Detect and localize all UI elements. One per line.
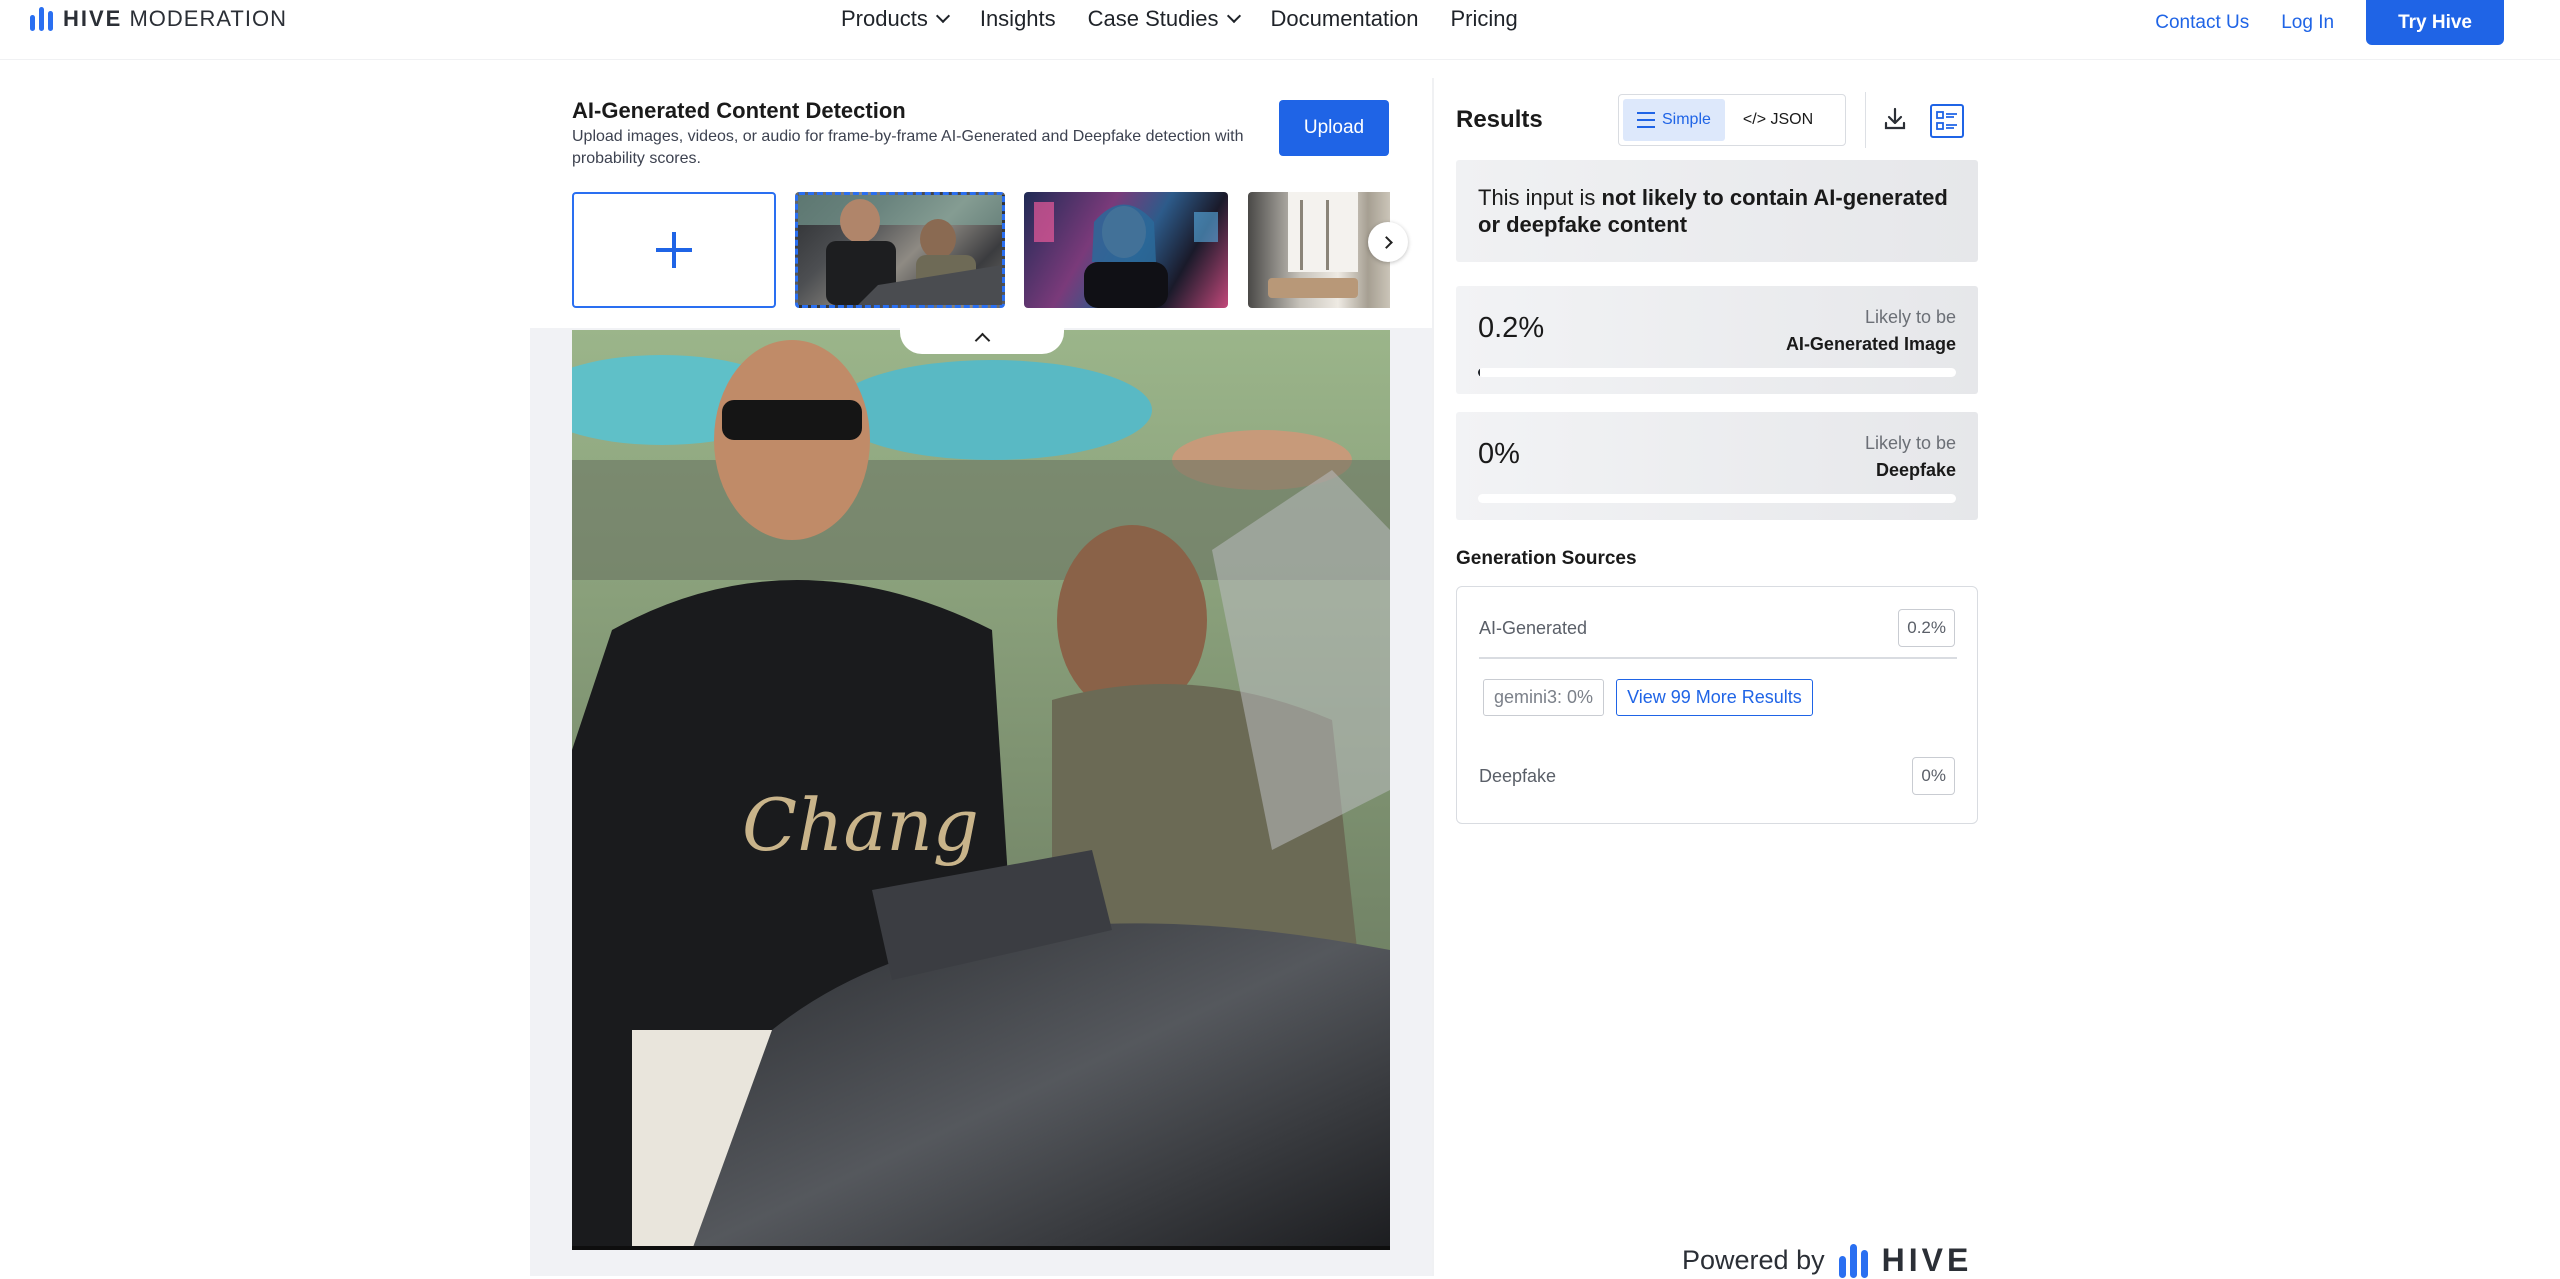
thumbnail-cyber-woman[interactable] bbox=[1024, 192, 1228, 308]
detector-description: Upload images, videos, or audio for fram… bbox=[572, 128, 1244, 167]
thumbnail-strip bbox=[572, 190, 1390, 310]
json-view-button[interactable]: </> JSON bbox=[1729, 99, 1827, 141]
chevron-down-icon bbox=[935, 8, 950, 24]
detailed-view-button[interactable] bbox=[1930, 104, 1964, 138]
verdict-summary: This input is not likely to contain AI-g… bbox=[1456, 160, 1978, 262]
hive-moderation-logo[interactable]: HIVE MODERATION bbox=[30, 4, 287, 34]
toolbar-divider bbox=[1865, 92, 1866, 148]
generation-sources-title: Generation Sources bbox=[1456, 548, 1637, 569]
nav-products-label: Products bbox=[841, 6, 928, 31]
add-media-button[interactable] bbox=[572, 192, 776, 308]
svg-text:Chang: Chang bbox=[742, 783, 979, 867]
log-in-link[interactable]: Log In bbox=[2281, 5, 2334, 41]
deepfake-source-row: Deepfake 0% bbox=[1479, 757, 1955, 795]
contact-us-link[interactable]: Contact Us bbox=[2155, 5, 2249, 41]
score-label-bottom: AI-Generated Image bbox=[1785, 334, 1956, 354]
model-tag: gemini3: 0% bbox=[1483, 679, 1605, 716]
score-label-top: Likely to be bbox=[1864, 433, 1956, 453]
hive-brand-text: HIVE bbox=[1881, 1242, 1973, 1278]
detector-panel: AI-Generated Content Detection Upload im… bbox=[530, 78, 1434, 1276]
simple-view-label: Simple bbox=[1662, 111, 1711, 128]
nav-case-studies[interactable]: Case Studies bbox=[1087, 4, 1241, 34]
thumbnail-selected[interactable] bbox=[795, 192, 1005, 308]
nav-insights[interactable]: Insights bbox=[980, 4, 1056, 34]
chevron-down-icon bbox=[1226, 8, 1241, 24]
json-view-label: </> JSON bbox=[1742, 111, 1814, 128]
nav-documentation-label: Documentation bbox=[1270, 6, 1419, 31]
deepfake-score-label: Likely to be Deepfake bbox=[1865, 430, 1956, 484]
source-model-tags: gemini3: 0% View 99 More Results bbox=[1483, 679, 1813, 716]
view-more-results-button[interactable]: View 99 More Results bbox=[1616, 679, 1813, 716]
download-icon bbox=[1884, 107, 1906, 130]
sources-divider bbox=[1479, 657, 1957, 659]
panel-divider bbox=[1432, 78, 1434, 1276]
detector-title: AI-Generated Content Detection bbox=[572, 98, 906, 123]
deepfake-progress-bar bbox=[1478, 494, 1956, 503]
powered-by-hive: Powered by HIVE bbox=[1682, 1242, 1972, 1279]
ai-generated-score-label: Likely to be AI-Generated Image bbox=[1786, 304, 1956, 358]
details-list-icon bbox=[1936, 111, 1957, 130]
main-menu: Products Insights Case Studies Documenta… bbox=[841, 4, 1518, 34]
view-mode-toggle: Simple </> JSON bbox=[1618, 94, 1846, 146]
ai-generated-score-card: 0.2% Likely to be AI-Generated Image bbox=[1456, 286, 1978, 394]
deepfake-source-value: 0% bbox=[1912, 757, 1955, 795]
nav-products[interactable]: Products bbox=[841, 4, 950, 34]
chevron-right-icon bbox=[1379, 235, 1393, 249]
preview-photo-illustration: Chang bbox=[572, 330, 1390, 1250]
hive-logo-icon bbox=[1838, 1243, 1868, 1278]
generation-sources-box: AI-Generated 0.2% gemini3: 0% View 99 Mo… bbox=[1456, 586, 1978, 824]
nav-actions: Contact Us Log In Try Hive bbox=[2155, 0, 2504, 45]
top-navigation: HIVE MODERATION Products Insights Case S… bbox=[0, 0, 2560, 60]
score-label-top: Likely to be bbox=[1864, 307, 1956, 327]
deepfake-score-value: 0% bbox=[1478, 438, 1520, 470]
ai-generated-progress-fill bbox=[1478, 368, 1480, 377]
nav-documentation[interactable]: Documentation bbox=[1271, 4, 1419, 34]
chevron-up-icon bbox=[974, 332, 990, 348]
try-hive-button[interactable]: Try Hive bbox=[2366, 0, 2504, 45]
upload-button[interactable]: Upload bbox=[1279, 100, 1389, 156]
nav-insights-label: Insights bbox=[979, 6, 1056, 31]
ai-generated-score-value: 0.2% bbox=[1478, 312, 1545, 344]
results-title: Results bbox=[1456, 106, 1543, 133]
thumbnails-next-button[interactable] bbox=[1368, 222, 1408, 262]
score-label-bottom: Deepfake bbox=[1875, 460, 1956, 480]
verdict-prefix: This input is bbox=[1478, 185, 1602, 210]
simple-view-button[interactable]: Simple bbox=[1623, 99, 1725, 141]
ai-generated-source-label: AI-Generated bbox=[1479, 617, 1588, 638]
nav-pricing-label: Pricing bbox=[1450, 6, 1518, 31]
nav-pricing[interactable]: Pricing bbox=[1451, 4, 1518, 34]
ai-generated-source-row: AI-Generated 0.2% bbox=[1479, 609, 1955, 647]
ai-generated-source-value: 0.2% bbox=[1898, 609, 1955, 647]
collapse-thumbnails-button[interactable] bbox=[900, 320, 1064, 354]
powered-by-label: Powered by bbox=[1682, 1245, 1825, 1275]
hive-logo-icon bbox=[30, 7, 53, 31]
deepfake-score-card: 0% Likely to be Deepfake bbox=[1456, 412, 1978, 520]
plus-icon bbox=[656, 232, 692, 268]
logo-text: HIVE MODERATION bbox=[63, 6, 287, 31]
thumbnail-image-motorcycle-men bbox=[798, 195, 1002, 305]
list-view-icon bbox=[1637, 112, 1655, 128]
download-button[interactable] bbox=[1880, 104, 1910, 134]
deepfake-source-label: Deepfake bbox=[1479, 765, 1557, 786]
uploaded-image-preview: Chang bbox=[572, 330, 1390, 1250]
thumbnail-image-cyber-woman bbox=[1034, 202, 1218, 308]
ai-generated-progress-bar bbox=[1478, 368, 1956, 377]
nav-case-studies-label: Case Studies bbox=[1087, 6, 1219, 31]
